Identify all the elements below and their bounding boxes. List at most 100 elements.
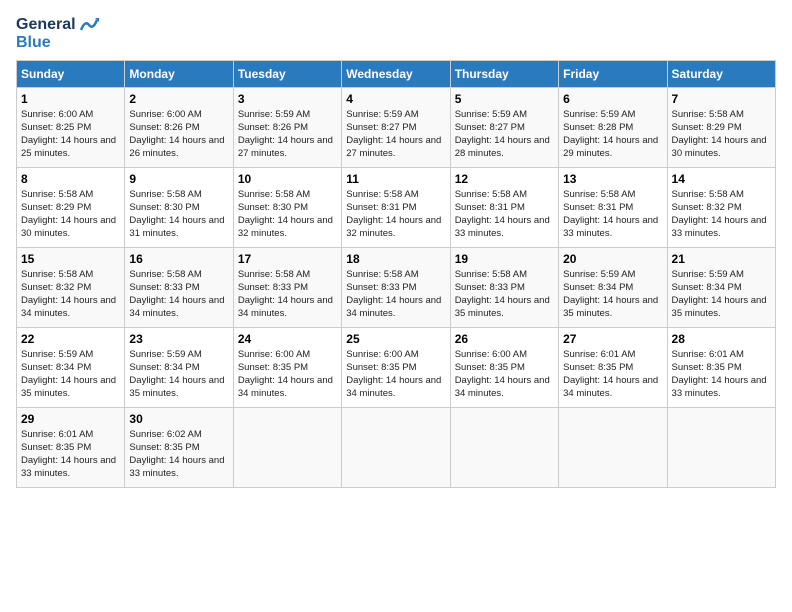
day-info: Sunrise: 5:59 AMSunset: 8:34 PMDaylight:… — [21, 348, 120, 401]
day-number: 11 — [346, 172, 445, 186]
day-info: Sunrise: 6:00 AMSunset: 8:26 PMDaylight:… — [129, 108, 228, 161]
weekday-header: Saturday — [667, 60, 775, 87]
calendar-header: SundayMondayTuesdayWednesdayThursdayFrid… — [17, 60, 776, 87]
day-info: Sunrise: 6:02 AMSunset: 8:35 PMDaylight:… — [129, 428, 228, 481]
day-info: Sunrise: 5:59 AMSunset: 8:34 PMDaylight:… — [129, 348, 228, 401]
empty-cell — [667, 407, 775, 487]
day-number: 29 — [21, 412, 120, 426]
day-cell: 15 Sunrise: 5:58 AMSunset: 8:32 PMDayligh… — [17, 247, 125, 327]
day-info: Sunrise: 5:59 AMSunset: 8:34 PMDaylight:… — [672, 268, 771, 321]
logo-wave-icon — [79, 16, 99, 34]
day-info: Sunrise: 5:58 AMSunset: 8:31 PMDaylight:… — [346, 188, 445, 241]
day-cell: 3 Sunrise: 5:59 AMSunset: 8:26 PMDaylight… — [233, 87, 341, 167]
day-number: 25 — [346, 332, 445, 346]
logo-text: General Blue — [16, 16, 99, 52]
day-cell: 5Sunrise: 5:59 AMSunset: 8:27 PMDaylight… — [450, 87, 558, 167]
day-info: Sunrise: 5:58 AMSunset: 8:31 PMDaylight:… — [455, 188, 554, 241]
day-info: Sunrise: 6:01 AMSunset: 8:35 PMDaylight:… — [563, 348, 662, 401]
calendar-week-row: 1 Sunrise: 6:00 AMSunset: 8:25 PMDaylight… — [17, 87, 776, 167]
day-cell: 6Sunrise: 5:59 AMSunset: 8:28 PMDaylight… — [559, 87, 667, 167]
day-number: 7 — [672, 92, 771, 106]
weekday-header: Friday — [559, 60, 667, 87]
calendar-week-row: 8 Sunrise: 5:58 AMSunset: 8:29 PMDaylight… — [17, 167, 776, 247]
day-number: 2 — [129, 92, 228, 106]
empty-cell — [450, 407, 558, 487]
day-info: Sunrise: 5:58 AMSunset: 8:30 PMDaylight:… — [129, 188, 228, 241]
logo-blue: Blue — [16, 34, 99, 52]
day-cell: 28 Sunrise: 6:01 AMSunset: 8:35 PMDayligh… — [667, 327, 775, 407]
day-number: 3 — [238, 92, 337, 106]
day-info: Sunrise: 5:58 AMSunset: 8:32 PMDaylight:… — [672, 188, 771, 241]
day-info: Sunrise: 6:00 AMSunset: 8:35 PMDaylight:… — [455, 348, 554, 401]
day-info: Sunrise: 5:58 AMSunset: 8:33 PMDaylight:… — [455, 268, 554, 321]
empty-cell — [233, 407, 341, 487]
day-cell: 20Sunrise: 5:59 AMSunset: 8:34 PMDayligh… — [559, 247, 667, 327]
day-cell: 27 Sunrise: 6:01 AMSunset: 8:35 PMDayligh… — [559, 327, 667, 407]
day-cell: 13 Sunrise: 5:58 AMSunset: 8:31 PMDayligh… — [559, 167, 667, 247]
day-number: 28 — [672, 332, 771, 346]
day-cell: 30Sunrise: 6:02 AMSunset: 8:35 PMDayligh… — [125, 407, 233, 487]
day-cell: 25 Sunrise: 6:00 AMSunset: 8:35 PMDayligh… — [342, 327, 450, 407]
day-number: 9 — [129, 172, 228, 186]
day-info: Sunrise: 6:01 AMSunset: 8:35 PMDaylight:… — [672, 348, 771, 401]
day-number: 5 — [455, 92, 554, 106]
day-number: 12 — [455, 172, 554, 186]
day-info: Sunrise: 5:58 AMSunset: 8:33 PMDaylight:… — [346, 268, 445, 321]
day-cell: 16Sunrise: 5:58 AMSunset: 8:33 PMDayligh… — [125, 247, 233, 327]
day-info: Sunrise: 5:58 AMSunset: 8:29 PMDaylight:… — [672, 108, 771, 161]
day-cell: 19 Sunrise: 5:58 AMSunset: 8:33 PMDayligh… — [450, 247, 558, 327]
day-number: 15 — [21, 252, 120, 266]
day-info: Sunrise: 5:58 AMSunset: 8:29 PMDaylight:… — [21, 188, 120, 241]
day-cell: 1 Sunrise: 6:00 AMSunset: 8:25 PMDaylight… — [17, 87, 125, 167]
day-info: Sunrise: 5:58 AMSunset: 8:32 PMDaylight:… — [21, 268, 120, 321]
day-info: Sunrise: 5:59 AMSunset: 8:27 PMDaylight:… — [346, 108, 445, 161]
day-number: 26 — [455, 332, 554, 346]
day-cell: 4 Sunrise: 5:59 AMSunset: 8:27 PMDaylight… — [342, 87, 450, 167]
day-number: 27 — [563, 332, 662, 346]
day-number: 10 — [238, 172, 337, 186]
day-cell: 24 Sunrise: 6:00 AMSunset: 8:35 PMDayligh… — [233, 327, 341, 407]
page-header: General Blue — [16, 16, 776, 52]
day-cell: 2 Sunrise: 6:00 AMSunset: 8:26 PMDaylight… — [125, 87, 233, 167]
calendar-week-row: 22 Sunrise: 5:59 AMSunset: 8:34 PMDayligh… — [17, 327, 776, 407]
weekday-header: Sunday — [17, 60, 125, 87]
day-info: Sunrise: 6:00 AMSunset: 8:35 PMDaylight:… — [238, 348, 337, 401]
day-cell: 18 Sunrise: 5:58 AMSunset: 8:33 PMDayligh… — [342, 247, 450, 327]
day-info: Sunrise: 5:59 AMSunset: 8:26 PMDaylight:… — [238, 108, 337, 161]
day-info: Sunrise: 5:58 AMSunset: 8:31 PMDaylight:… — [563, 188, 662, 241]
day-info: Sunrise: 6:00 AMSunset: 8:25 PMDaylight:… — [21, 108, 120, 161]
weekday-header: Monday — [125, 60, 233, 87]
weekday-header: Thursday — [450, 60, 558, 87]
day-cell: 8 Sunrise: 5:58 AMSunset: 8:29 PMDaylight… — [17, 167, 125, 247]
calendar-table: SundayMondayTuesdayWednesdayThursdayFrid… — [16, 60, 776, 488]
day-cell: 14 Sunrise: 5:58 AMSunset: 8:32 PMDayligh… — [667, 167, 775, 247]
day-number: 13 — [563, 172, 662, 186]
day-cell: 7 Sunrise: 5:58 AMSunset: 8:29 PMDaylight… — [667, 87, 775, 167]
weekday-header: Wednesday — [342, 60, 450, 87]
day-cell: 29Sunrise: 6:01 AMSunset: 8:35 PMDayligh… — [17, 407, 125, 487]
day-number: 18 — [346, 252, 445, 266]
day-number: 14 — [672, 172, 771, 186]
day-number: 21 — [672, 252, 771, 266]
day-number: 4 — [346, 92, 445, 106]
day-info: Sunrise: 6:00 AMSunset: 8:35 PMDaylight:… — [346, 348, 445, 401]
day-info: Sunrise: 5:58 AMSunset: 8:33 PMDaylight:… — [238, 268, 337, 321]
day-info: Sunrise: 5:58 AMSunset: 8:30 PMDaylight:… — [238, 188, 337, 241]
day-number: 16 — [129, 252, 228, 266]
day-number: 1 — [21, 92, 120, 106]
logo-general: General — [16, 16, 76, 34]
day-cell: 10 Sunrise: 5:58 AMSunset: 8:30 PMDayligh… — [233, 167, 341, 247]
day-cell: 9 Sunrise: 5:58 AMSunset: 8:30 PMDaylight… — [125, 167, 233, 247]
day-info: Sunrise: 5:59 AMSunset: 8:34 PMDaylight:… — [563, 268, 662, 321]
day-number: 8 — [21, 172, 120, 186]
day-cell: 21 Sunrise: 5:59 AMSunset: 8:34 PMDayligh… — [667, 247, 775, 327]
day-number: 24 — [238, 332, 337, 346]
day-cell: 12 Sunrise: 5:58 AMSunset: 8:31 PMDayligh… — [450, 167, 558, 247]
day-number: 22 — [21, 332, 120, 346]
logo: General Blue — [16, 16, 99, 52]
day-cell: 17Sunrise: 5:58 AMSunset: 8:33 PMDayligh… — [233, 247, 341, 327]
day-info: Sunrise: 5:59 AMSunset: 8:28 PMDaylight:… — [563, 108, 662, 161]
day-number: 23 — [129, 332, 228, 346]
day-number: 19 — [455, 252, 554, 266]
calendar-week-row: 29Sunrise: 6:01 AMSunset: 8:35 PMDayligh… — [17, 407, 776, 487]
